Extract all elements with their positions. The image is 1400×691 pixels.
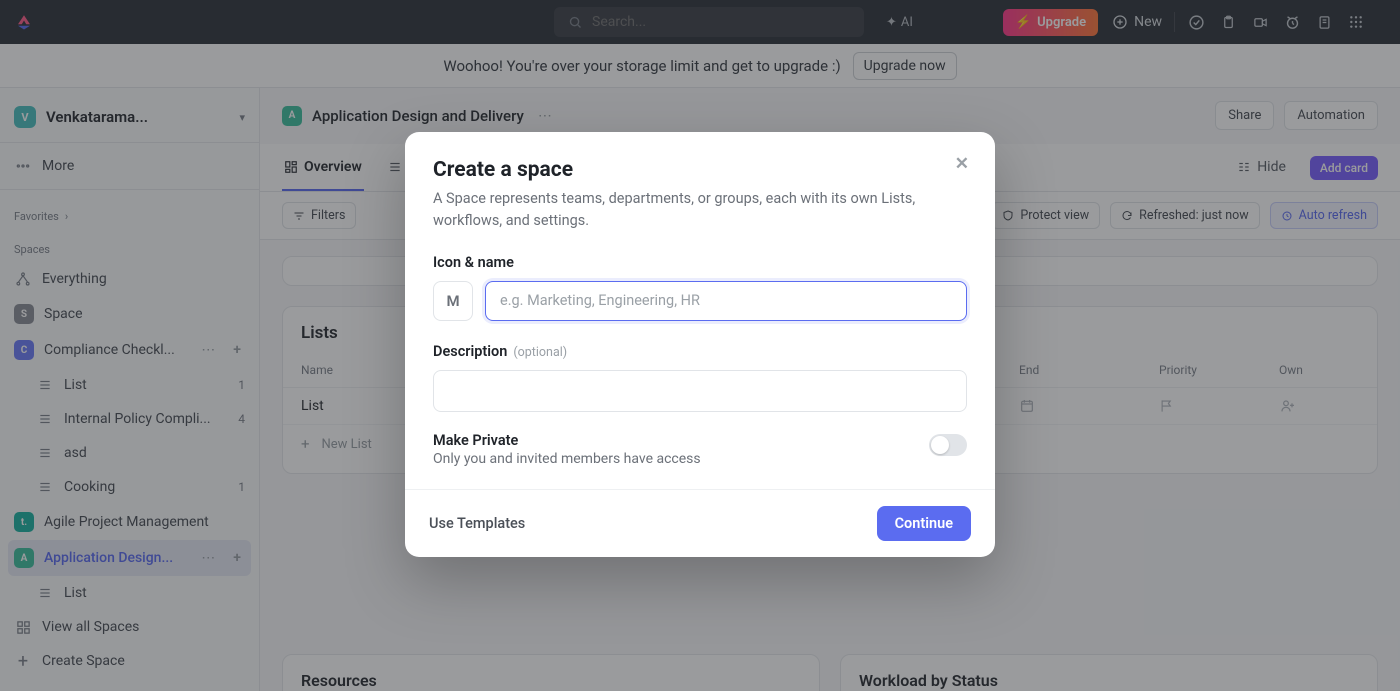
continue-button[interactable]: Continue — [877, 506, 971, 541]
description-input[interactable] — [433, 370, 967, 412]
private-subtitle: Only you and invited members have access — [433, 451, 701, 467]
use-templates-link[interactable]: Use Templates — [429, 515, 525, 532]
close-icon[interactable]: ✕ — [955, 154, 969, 174]
create-space-modal: Create a space ✕ A Space represents team… — [405, 132, 995, 557]
space-name-input[interactable] — [485, 281, 967, 321]
optional-hint: (optional) — [513, 345, 567, 360]
private-title: Make Private — [433, 432, 701, 449]
modal-overlay[interactable]: Create a space ✕ A Space represents team… — [0, 0, 1400, 691]
description-label: Description — [433, 343, 507, 360]
modal-title: Create a space — [433, 158, 573, 182]
private-toggle[interactable] — [929, 434, 967, 456]
space-icon-picker[interactable]: M — [433, 281, 473, 321]
icon-name-label: Icon & name — [433, 254, 967, 271]
modal-subtitle: A Space represents teams, departments, o… — [433, 188, 967, 232]
